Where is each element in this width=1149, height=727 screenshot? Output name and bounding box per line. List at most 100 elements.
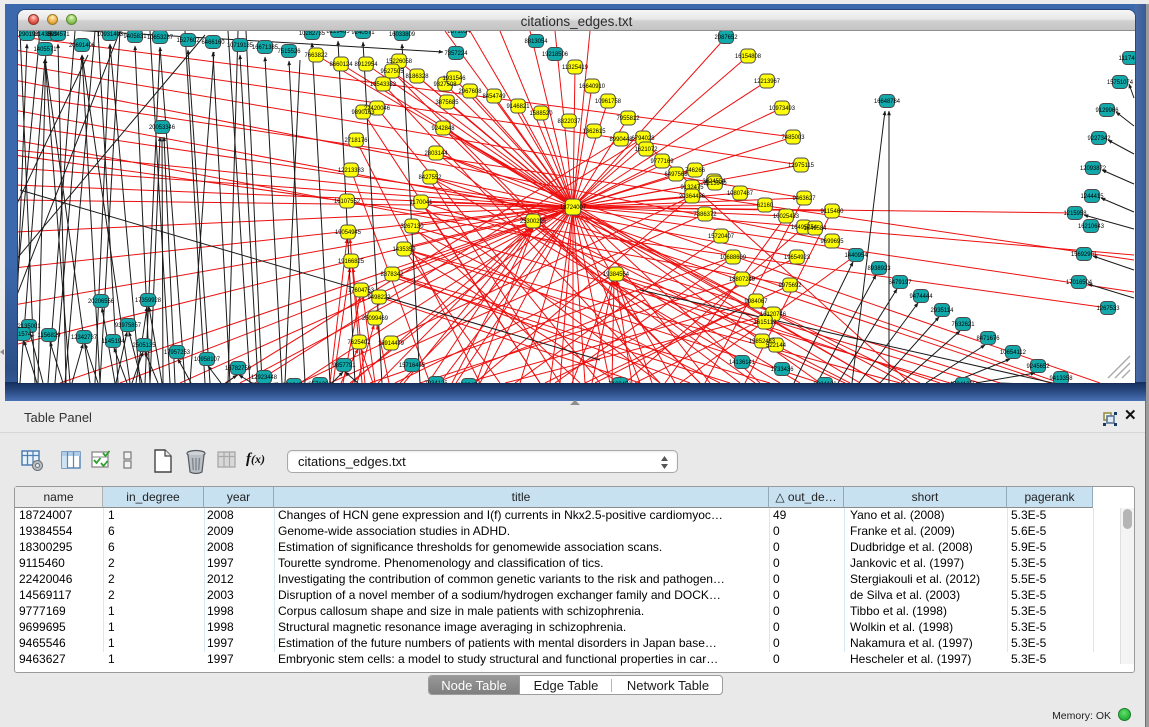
svg-text:1244415: 1244415 bbox=[1081, 193, 1104, 200]
svg-text:1170041: 1170041 bbox=[410, 199, 433, 206]
svg-text:20364436: 20364436 bbox=[679, 193, 705, 200]
svg-text:8322037: 8322037 bbox=[558, 118, 581, 125]
svg-text:15751074: 15751074 bbox=[1107, 79, 1133, 86]
svg-text:16107552: 16107552 bbox=[334, 198, 360, 205]
svg-text:1649584: 1649584 bbox=[804, 225, 827, 232]
svg-text:10025433: 10025433 bbox=[773, 213, 799, 220]
svg-text:522144: 522144 bbox=[766, 342, 786, 349]
svg-text:8813054: 8813054 bbox=[525, 38, 548, 45]
svg-text:1435359: 1435359 bbox=[393, 246, 416, 253]
svg-text:9474444: 9474444 bbox=[910, 293, 933, 300]
svg-text:1215958: 1215958 bbox=[1064, 210, 1087, 217]
svg-text:2135001: 2135001 bbox=[18, 323, 41, 330]
svg-text:2967608: 2967608 bbox=[459, 88, 482, 95]
svg-text:1527602: 1527602 bbox=[177, 37, 200, 44]
svg-text:10688609: 10688609 bbox=[720, 254, 746, 261]
svg-text:3915741: 3915741 bbox=[18, 331, 35, 338]
svg-text:20053346: 20053346 bbox=[149, 124, 175, 131]
svg-text:16210643: 16210643 bbox=[1078, 223, 1104, 230]
svg-text:1267533: 1267533 bbox=[1097, 305, 1120, 312]
svg-text:9146821: 9146821 bbox=[507, 103, 530, 110]
svg-text:7357224: 7357224 bbox=[445, 50, 468, 57]
svg-text:16543382: 16543382 bbox=[370, 81, 396, 88]
svg-text:16648784: 16648784 bbox=[874, 98, 900, 105]
svg-text:19218506: 19218506 bbox=[542, 51, 568, 58]
svg-text:2718176: 2718176 bbox=[345, 137, 368, 144]
svg-text:6479197: 6479197 bbox=[889, 279, 912, 286]
svg-text:17604763: 17604763 bbox=[348, 287, 374, 294]
svg-text:15692901: 15692901 bbox=[1071, 251, 1097, 258]
svg-text:1615112: 1615112 bbox=[754, 319, 777, 326]
svg-text:8823471: 8823471 bbox=[458, 382, 481, 383]
svg-text:10653287: 10653287 bbox=[147, 34, 173, 41]
svg-text:17359928: 17359928 bbox=[135, 297, 161, 304]
svg-text:10282735: 10282735 bbox=[299, 31, 325, 37]
svg-text:9084067: 9084067 bbox=[745, 298, 768, 305]
svg-text:7103458: 7103458 bbox=[609, 381, 632, 383]
svg-text:9463627: 9463627 bbox=[793, 195, 816, 202]
svg-text:6794028: 6794028 bbox=[632, 135, 655, 142]
svg-text:10807487: 10807487 bbox=[727, 190, 753, 197]
svg-text:1362615: 1362615 bbox=[583, 128, 606, 135]
svg-text:11325419: 11325419 bbox=[562, 64, 588, 71]
svg-text:1588520: 1588520 bbox=[530, 110, 553, 117]
svg-text:1931546: 1931546 bbox=[443, 75, 466, 82]
svg-text:3875685: 3875685 bbox=[436, 99, 459, 106]
svg-text:14136141: 14136141 bbox=[729, 359, 755, 366]
svg-text:16154808: 16154808 bbox=[735, 53, 761, 60]
svg-text:9857791: 9857791 bbox=[333, 362, 356, 369]
svg-text:1440954: 1440954 bbox=[845, 252, 868, 259]
svg-text:2935114: 2935114 bbox=[931, 307, 954, 314]
svg-text:2213940: 2213940 bbox=[704, 180, 727, 187]
svg-text:9245652: 9245652 bbox=[1027, 363, 1050, 370]
svg-text:8990448: 8990448 bbox=[610, 136, 633, 143]
svg-text:18724007: 18724007 bbox=[560, 204, 586, 211]
svg-text:7515526: 7515526 bbox=[278, 48, 301, 55]
svg-text:12213383: 12213383 bbox=[338, 167, 364, 174]
svg-text:12923448: 12923448 bbox=[251, 374, 277, 381]
svg-text:20206556: 20206556 bbox=[88, 298, 114, 305]
svg-text:8471676: 8471676 bbox=[977, 335, 1000, 342]
svg-text:8454749: 8454749 bbox=[483, 93, 506, 100]
svg-text:9242848: 9242848 bbox=[432, 125, 455, 132]
svg-text:9699695: 9699695 bbox=[821, 238, 844, 245]
svg-text:17957253: 17957253 bbox=[164, 349, 190, 356]
svg-text:9975692: 9975692 bbox=[779, 282, 802, 289]
svg-text:12213967: 12213967 bbox=[754, 78, 780, 85]
svg-text:10961758: 10961758 bbox=[595, 98, 621, 105]
svg-text:8427552: 8427552 bbox=[419, 174, 442, 181]
svg-text:1117403: 1117403 bbox=[1119, 55, 1136, 62]
svg-text:9413358: 9413358 bbox=[1050, 375, 1073, 382]
svg-text:9405831: 9405831 bbox=[124, 33, 147, 40]
svg-text:18807249: 18807249 bbox=[729, 276, 755, 283]
svg-text:10931403: 10931403 bbox=[97, 31, 123, 38]
svg-text:9115460: 9115460 bbox=[821, 208, 844, 215]
svg-text:26099469: 26099469 bbox=[362, 315, 388, 322]
svg-text:12093872: 12093872 bbox=[1080, 165, 1106, 172]
svg-text:20691406: 20691406 bbox=[69, 42, 95, 49]
svg-text:22420046: 22420046 bbox=[364, 105, 390, 112]
svg-text:7485003: 7485003 bbox=[782, 134, 805, 141]
svg-text:7955812: 7955812 bbox=[617, 115, 640, 122]
svg-text:9313471: 9313471 bbox=[283, 382, 306, 383]
svg-text:8571263: 8571263 bbox=[309, 381, 332, 383]
svg-text:2087652: 2087652 bbox=[715, 34, 738, 41]
svg-text:1405571: 1405571 bbox=[34, 46, 57, 53]
svg-text:10654112: 10654112 bbox=[1000, 349, 1026, 356]
svg-text:7663822: 7663822 bbox=[305, 52, 328, 59]
svg-text:9777169: 9777169 bbox=[651, 158, 674, 165]
svg-text:15720407: 15720407 bbox=[708, 233, 734, 240]
svg-text:2505135: 2505135 bbox=[133, 342, 156, 349]
svg-text:7632621: 7632621 bbox=[952, 321, 975, 328]
svg-text:9132475: 9132475 bbox=[681, 184, 704, 191]
svg-text:8571034: 8571034 bbox=[448, 31, 471, 35]
svg-text:2803144: 2803144 bbox=[425, 150, 448, 157]
svg-text:7934125: 7934125 bbox=[425, 380, 448, 383]
svg-text:6466160: 6466160 bbox=[202, 39, 225, 46]
svg-text:10958107: 10958107 bbox=[194, 356, 220, 363]
svg-text:8660124: 8660124 bbox=[330, 61, 353, 68]
svg-text:19166825: 19166825 bbox=[338, 258, 364, 265]
svg-text:19654923: 19654923 bbox=[784, 254, 810, 261]
svg-text:1621072: 1621072 bbox=[635, 146, 658, 153]
svg-text:19054945: 19054945 bbox=[335, 229, 361, 236]
